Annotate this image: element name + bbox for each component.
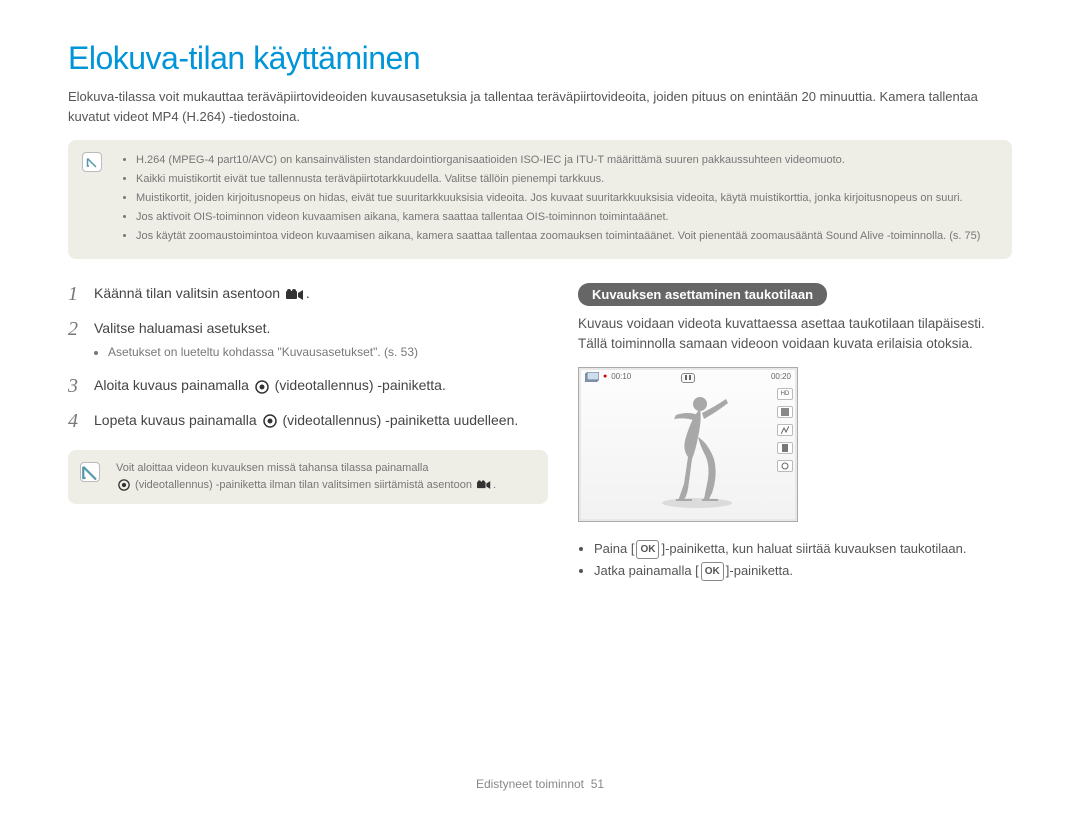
- gallery-icon: [585, 372, 599, 382]
- sd-icon: [777, 442, 793, 454]
- right-column: Kuvauksen asettaminen taukotilaan Kuvaus…: [578, 283, 1012, 582]
- step-text: (videotallennus) -painiketta uudelleen.: [282, 412, 518, 428]
- soundalive-icon: [777, 424, 793, 436]
- bullet-item: Jatka painamalla [OK]-painiketta.: [594, 560, 1012, 582]
- note-box: H.264 (MPEG-4 part10/AVC) on kansainväli…: [68, 140, 1012, 259]
- hd-icon: HD: [777, 388, 793, 400]
- step-text: Aloita kuvaus painamalla: [94, 377, 253, 393]
- page-title: Elokuva-tilan käyttäminen: [68, 40, 1012, 77]
- step-4: 4 Lopeta kuvaus painamalla (videotallenn…: [68, 410, 548, 430]
- step-text: .: [306, 285, 310, 301]
- step-sub: Asetukset on lueteltu kohdassa "Kuvausas…: [108, 344, 548, 361]
- right-paragraph: Kuvaus voidaan videota kuvattaessa asett…: [578, 314, 1012, 355]
- mini-note-text: Voit aloittaa videon kuvauksen missä tah…: [116, 462, 428, 474]
- note-item: H.264 (MPEG-4 part10/AVC) on kansainväli…: [136, 152, 998, 169]
- record-button-icon: [263, 414, 277, 428]
- record-button-icon: [255, 380, 269, 394]
- bullet-item: Paina [OK]-painiketta, kun haluat siirtä…: [594, 538, 1012, 560]
- note-icon: [80, 462, 100, 482]
- record-button-icon: [118, 479, 130, 491]
- pause-indicator-icon: [681, 373, 695, 383]
- step-text: Valitse haluamasi asetukset.: [94, 320, 270, 336]
- bullet-text: Paina [: [594, 541, 634, 556]
- step-text: (videotallennus) -painiketta.: [275, 377, 446, 393]
- step-2: 2 Valitse haluamasi asetukset. Asetukset…: [68, 318, 548, 362]
- bullet-text: ]-painiketta.: [726, 563, 793, 578]
- lcd-preview: ● 00:10 00:20 HD: [578, 367, 798, 522]
- step-3: 3 Aloita kuvaus painamalla (videotallenn…: [68, 375, 548, 395]
- mini-note-text: (videotallennus) -painiketta ilman tilan…: [132, 479, 475, 491]
- note-item: Muistikortit, joiden kirjoitusnopeus on …: [136, 190, 998, 207]
- step-text: Käännä tilan valitsin asentoon: [94, 285, 284, 301]
- ois-icon: [777, 460, 793, 472]
- bullet-text: ]-painiketta, kun haluat siirtää kuvauks…: [661, 541, 966, 556]
- skater-silhouette: [652, 389, 742, 509]
- note-item: Jos käytät zoomaustoimintoa videon kuvaa…: [136, 228, 998, 245]
- page-footer: Edistyneet toiminnot 51: [0, 777, 1080, 791]
- rec-dot-icon: ●: [603, 373, 607, 380]
- step-1: 1 Käännä tilan valitsin asentoon .: [68, 283, 548, 303]
- mini-note-text: .: [493, 479, 496, 491]
- left-column: 1 Käännä tilan valitsin asentoon . 2 Val…: [68, 283, 548, 582]
- rec-time: 00:10: [611, 372, 631, 381]
- ok-key-icon: OK: [701, 562, 724, 581]
- movie-mode-icon: [477, 480, 491, 490]
- fps-icon: [777, 406, 793, 418]
- movie-mode-icon: [286, 289, 304, 301]
- ok-key-icon: OK: [636, 540, 659, 559]
- section-pill: Kuvauksen asettaminen taukotilaan: [578, 283, 827, 306]
- total-time: 00:20: [771, 372, 791, 381]
- bullet-text: Jatka painamalla [: [594, 563, 699, 578]
- footer-page-number: 51: [591, 777, 604, 791]
- note-icon: [82, 152, 102, 172]
- mini-note-box: Voit aloittaa videon kuvauksen missä tah…: [68, 450, 548, 504]
- step-text: Lopeta kuvaus painamalla: [94, 412, 261, 428]
- note-item: Jos aktivoit OIS-toiminnon videon kuvaam…: [136, 209, 998, 226]
- intro-paragraph: Elokuva-tilassa voit mukauttaa teräväpii…: [68, 87, 1012, 126]
- footer-section: Edistyneet toiminnot: [476, 777, 584, 791]
- note-item: Kaikki muistikortit eivät tue tallennust…: [136, 171, 998, 188]
